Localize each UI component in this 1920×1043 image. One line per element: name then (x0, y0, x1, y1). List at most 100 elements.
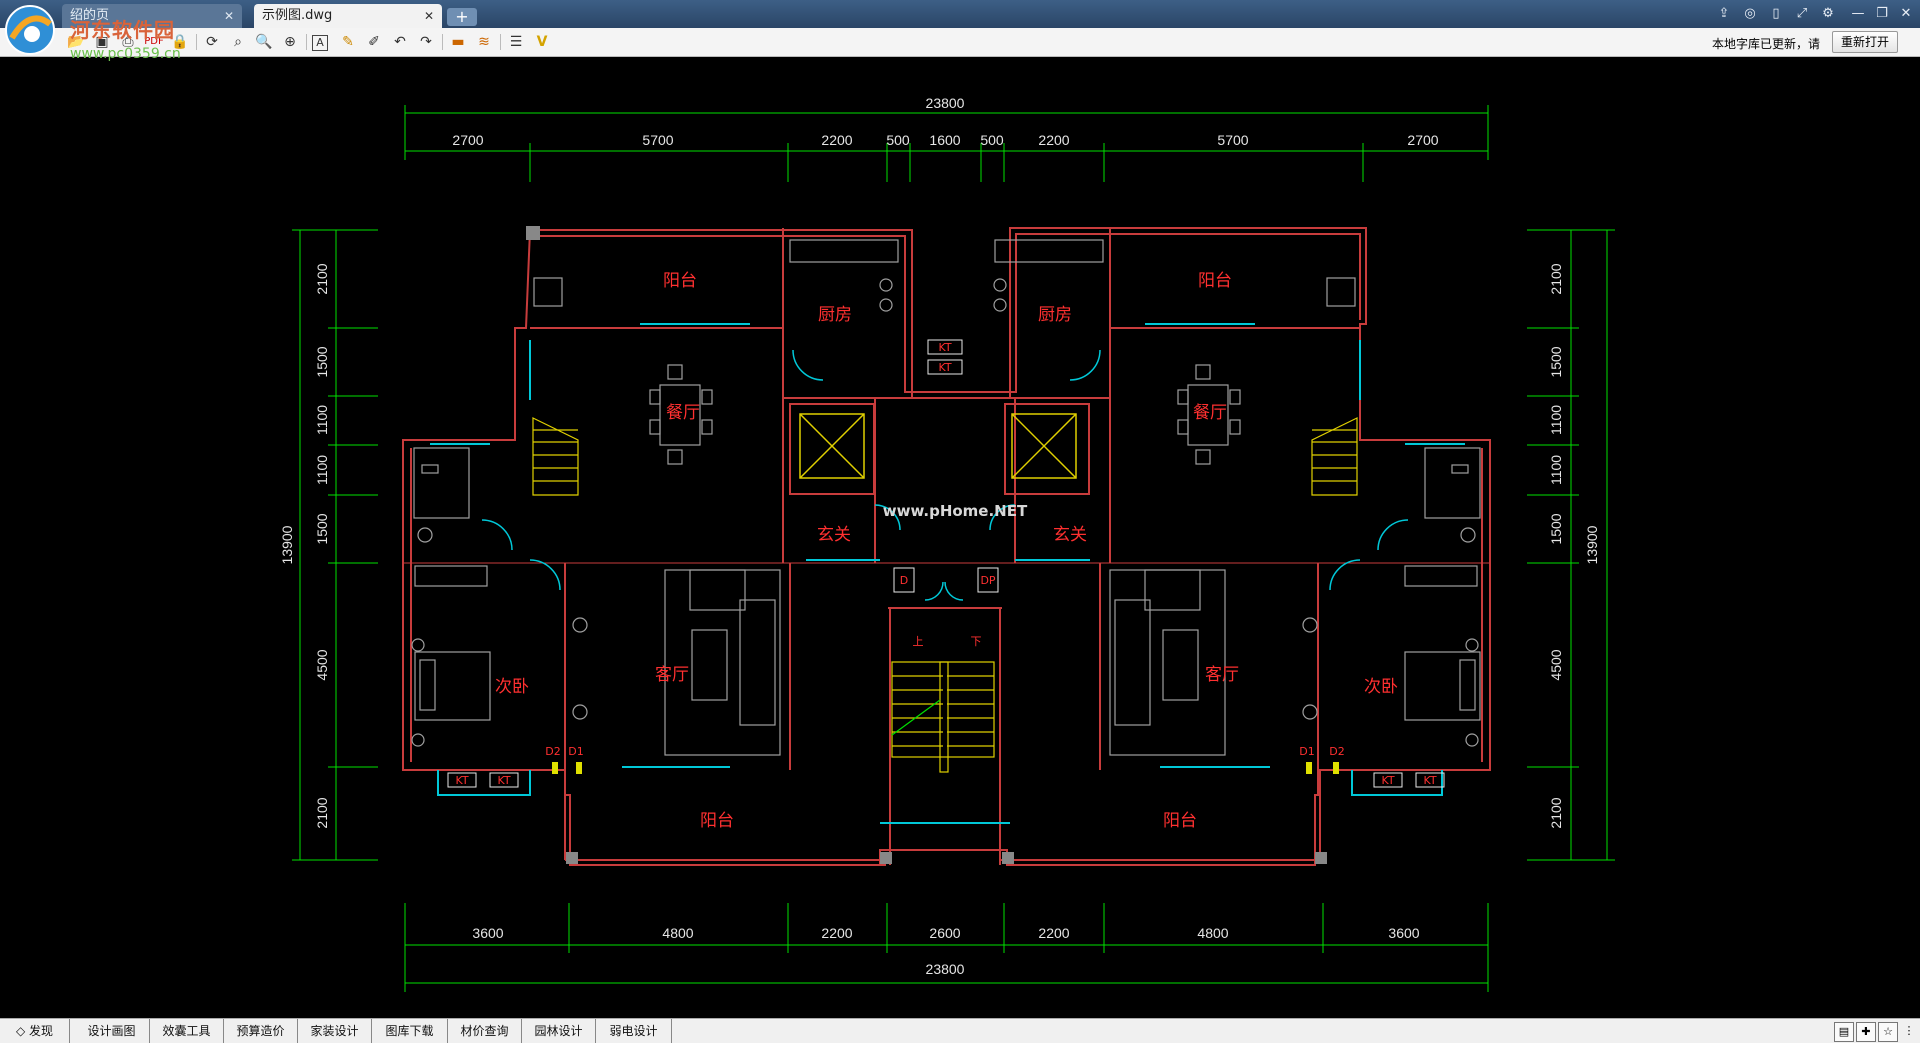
tag-d: D (900, 574, 908, 587)
tag-dp: DP (980, 574, 995, 587)
toolbar-separator (442, 34, 443, 50)
close-window-icon[interactable]: ✕ (1896, 4, 1916, 24)
dimension-lines (292, 105, 1615, 992)
room-label: 玄关 (1053, 525, 1087, 545)
more-icon[interactable]: ⋮ (1900, 1022, 1918, 1040)
crosshair-icon[interactable]: ✚ (1856, 1022, 1876, 1042)
dim-top: 500 (980, 132, 1004, 148)
dim-left: 1500 (314, 513, 330, 544)
minimize-icon[interactable]: — (1848, 4, 1868, 24)
toolbar-separator (500, 34, 501, 50)
toolbar: 📂 ▣ ⎙ PDF 🔒 ⟳ ⌕ 🔍 ⊕ A ✎ ✐ ↶ ↷ ▬ ≋ ☰ V 本地… (0, 28, 1920, 57)
share-icon[interactable]: ⇪ (1714, 4, 1734, 24)
dim-top: 5700 (1217, 132, 1248, 148)
pen-icon[interactable]: ✐ (364, 32, 384, 52)
room-label: 次卧 (1364, 677, 1398, 697)
status-bar: ◇ 发现 设计画图 效囊工具 预算造价 家装设计 图库下载 材价查询 园林设计 … (0, 1018, 1920, 1043)
dim-right-overall: 13900 (1584, 525, 1600, 564)
zoom-window-icon[interactable]: ⌕ (228, 32, 248, 52)
room-label: 客厅 (1205, 665, 1239, 685)
statusbar-item-budget[interactable]: 预算造价 (224, 1019, 298, 1043)
tag-d2: D2 (1329, 745, 1344, 758)
dim-bottom: 2200 (1038, 925, 1069, 941)
layers-icon[interactable]: ☰ (506, 32, 526, 52)
tag-d2: D2 (545, 745, 560, 758)
chat-icon[interactable]: ◎ (1740, 4, 1760, 24)
drawing-canvas[interactable]: 23800 2700 5700 2200 500 1600 500 2200 5… (0, 57, 1920, 1018)
tab-label: 示例图.dwg (262, 8, 333, 23)
statusbar-item-prices[interactable]: 材价查询 (448, 1019, 522, 1043)
dim-right: 4500 (1548, 649, 1564, 680)
dim-bottom: 3600 (1388, 925, 1419, 941)
room-label: 餐厅 (1193, 403, 1227, 423)
tag-kt: KT (497, 774, 510, 787)
zoom-realtime-icon[interactable]: 🔍 (254, 32, 274, 52)
layer-color-icon[interactable]: ≋ (474, 32, 494, 52)
reopen-button[interactable]: 重新打开 (1832, 31, 1898, 53)
tag-kt: KT (938, 341, 951, 354)
statusbar-label: 设计画图 (87, 1024, 136, 1038)
dim-top: 2700 (452, 132, 483, 148)
walls (402, 227, 1491, 866)
rotate-icon[interactable]: ⟳ (202, 32, 222, 52)
dim-top: 500 (886, 132, 910, 148)
tag-kt: KT (455, 774, 468, 787)
restore-icon[interactable]: ❐ (1872, 4, 1892, 24)
statusbar-item-garden[interactable]: 园林设计 (522, 1019, 596, 1043)
statusbar-item-lowvoltage[interactable]: 弱电设计 (596, 1019, 672, 1043)
redo-icon[interactable]: ↷ (416, 32, 436, 52)
close-icon[interactable]: ✕ (224, 4, 234, 28)
room-label: 阳台 (1198, 271, 1232, 291)
star-icon[interactable]: ☆ (1878, 1022, 1898, 1042)
statusbar-label: 图库下载 (385, 1024, 434, 1038)
dim-bottom: 2600 (929, 925, 960, 941)
tag-kt: KT (938, 361, 951, 374)
close-icon[interactable]: ✕ (424, 4, 434, 28)
statusbar-label: 家装设计 (310, 1024, 359, 1038)
statusbar-item-discover[interactable]: ◇ 发现 (0, 1019, 70, 1043)
dim-top: 1600 (929, 132, 960, 148)
new-tab-button[interactable]: + (447, 8, 477, 26)
dim-bottom: 4800 (1197, 925, 1228, 941)
statusbar-item-tools[interactable]: 效囊工具 (150, 1019, 224, 1043)
dim-right: 2100 (1548, 263, 1564, 294)
dim-bottom: 3600 (472, 925, 503, 941)
gear-icon[interactable]: ⚙ (1818, 4, 1838, 24)
dim-top: 2700 (1407, 132, 1438, 148)
dim-top: 5700 (642, 132, 673, 148)
measure-icon[interactable]: ▬ (448, 32, 468, 52)
dim-left: 1100 (314, 405, 330, 435)
dim-left-overall: 13900 (279, 525, 295, 564)
elevators (799, 413, 1077, 479)
tag-d1: D1 (568, 745, 583, 758)
statusbar-item-home-design[interactable]: 家装设计 (298, 1019, 372, 1043)
app-logo (5, 5, 55, 55)
dim-right: 1100 (1548, 405, 1564, 435)
dim-left: 4500 (314, 649, 330, 680)
statusbar-label: 发现 (29, 1024, 54, 1038)
phone-icon[interactable]: ▯ (1766, 4, 1786, 24)
tag-d1: D1 (1299, 745, 1314, 758)
undo-icon[interactable]: ↶ (390, 32, 410, 52)
check-icon[interactable]: V (532, 32, 552, 52)
dim-right: 1500 (1548, 346, 1564, 377)
stairs (532, 417, 1358, 773)
watermark-url: www.pc0359.cn (70, 46, 181, 62)
zoom-extents-icon[interactable]: ⊕ (280, 32, 300, 52)
dim-bottom: 2200 (821, 925, 852, 941)
room-label: 厨房 (1038, 305, 1072, 325)
fullscreen-icon[interactable]: ⤢ (1792, 4, 1812, 24)
statusbar-item-library[interactable]: 图库下载 (372, 1019, 448, 1043)
statusbar-label: 弱电设计 (609, 1024, 658, 1038)
statusbar-item-design[interactable]: 设计画图 (74, 1019, 150, 1043)
model-icon[interactable]: ▤ (1834, 1022, 1854, 1042)
dim-top: 2200 (821, 132, 852, 148)
text-icon[interactable]: A (312, 35, 328, 51)
dim-left: 2100 (314, 263, 330, 294)
statusbar-label: 效囊工具 (162, 1024, 211, 1038)
tab-drawing[interactable]: 示例图.dwg ✕ (254, 4, 442, 28)
center-watermark: www.pHome.NET (883, 502, 1028, 520)
diamond-icon: ◇ (15, 1024, 30, 1038)
pencil-icon[interactable]: ✎ (338, 32, 358, 52)
toolbar-separator (306, 34, 307, 50)
